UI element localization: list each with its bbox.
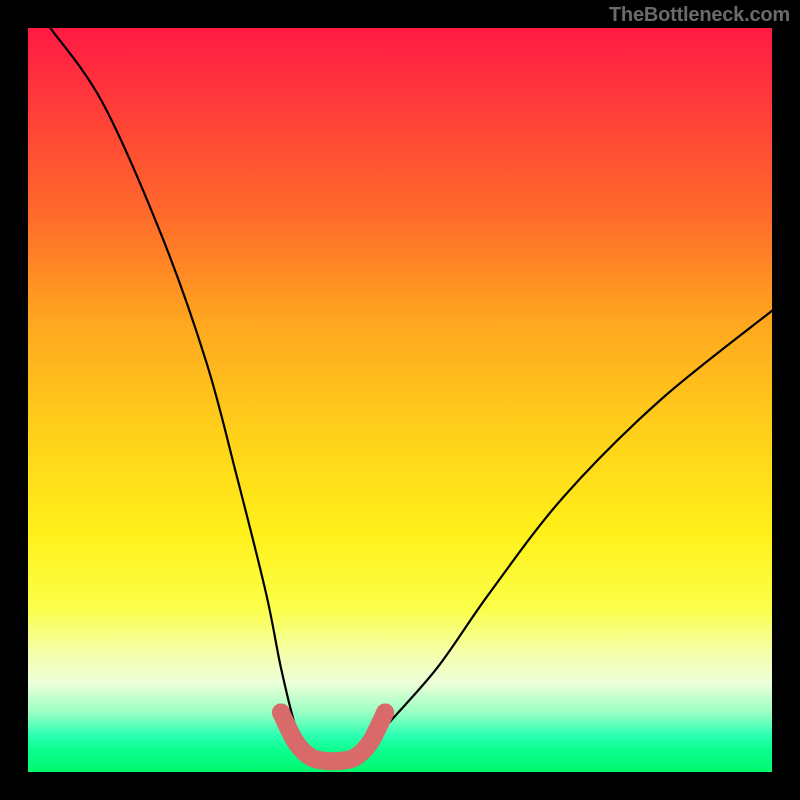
chart-svg xyxy=(28,28,772,772)
watermark-text: TheBottleneck.com xyxy=(609,4,790,27)
valley-marker xyxy=(346,748,364,766)
valley-marker xyxy=(272,703,290,721)
valley-markers xyxy=(272,703,394,769)
valley-marker xyxy=(376,703,394,721)
valley-marker xyxy=(287,733,305,751)
valley-marker xyxy=(361,733,379,751)
bottleneck-curve xyxy=(50,28,772,765)
